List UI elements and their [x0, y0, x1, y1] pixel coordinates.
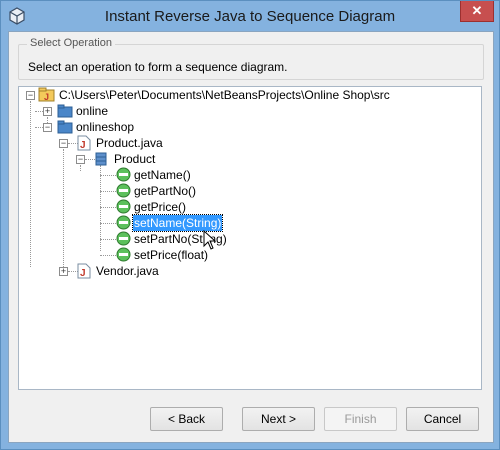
collapse-toggle[interactable]: − — [43, 123, 52, 132]
tree-operation[interactable]: getPartNo() — [134, 183, 196, 199]
tree-operation[interactable]: setPrice(float) — [134, 247, 208, 263]
back-button[interactable]: < Back — [150, 407, 223, 431]
expand-toggle[interactable]: + — [59, 267, 68, 276]
collapse-toggle[interactable]: − — [26, 91, 35, 100]
cancel-button[interactable]: Cancel — [406, 407, 479, 431]
operation-icon — [116, 231, 131, 246]
tree-guide — [100, 207, 116, 208]
expand-toggle[interactable]: + — [43, 107, 52, 116]
operation-icon — [116, 199, 131, 214]
tree-operation[interactable]: getName() — [134, 167, 191, 183]
package-icon — [57, 104, 73, 118]
tree-operation[interactable]: getPrice() — [134, 199, 186, 215]
tree-package-onlineshop[interactable]: onlineshop — [76, 119, 134, 135]
tree-guide — [85, 159, 95, 160]
tree-guide — [100, 191, 116, 192]
tree-package-online[interactable]: online — [76, 103, 108, 119]
select-operation-group: Select Operation Select an operation to … — [18, 37, 484, 80]
next-button[interactable]: Next > — [242, 407, 315, 431]
finish-button: Finish — [324, 407, 397, 431]
instruction-text: Select an operation to form a sequence d… — [28, 60, 288, 74]
operation-icon — [116, 167, 131, 182]
collapse-toggle[interactable]: − — [59, 139, 68, 148]
class-icon — [95, 152, 107, 166]
java-file-icon: J — [77, 263, 91, 279]
svg-text:J: J — [80, 268, 86, 279]
tree-guide — [100, 239, 116, 240]
tree-guide — [100, 175, 116, 176]
operation-tree[interactable]: − J C:\Users\Peter\Documents\NetBeansPro… — [18, 86, 482, 390]
tree-guide — [30, 101, 31, 267]
tree-operation-selected[interactable]: setName(String) — [131, 214, 224, 232]
collapse-toggle[interactable]: − — [76, 155, 85, 164]
window-title: Instant Reverse Java to Sequence Diagram — [104, 8, 396, 25]
tree-guide — [63, 149, 64, 269]
operation-icon — [116, 183, 131, 198]
tree-guide — [80, 165, 81, 171]
tree-file-vendor[interactable]: Vendor.java — [96, 263, 159, 279]
dialog-content: Select Operation Select an operation to … — [8, 31, 494, 443]
package-icon — [57, 120, 73, 134]
operation-icon — [116, 215, 131, 230]
tree-class-product[interactable]: Product — [114, 151, 155, 167]
tree-guide — [100, 223, 116, 224]
tree-file-product[interactable]: Product.java — [96, 135, 163, 151]
svg-text:J: J — [44, 92, 49, 102]
tree-root-label[interactable]: C:\Users\Peter\Documents\NetBeansProject… — [59, 87, 390, 103]
mouse-cursor-icon — [203, 230, 217, 250]
package-root-icon: J — [38, 87, 55, 102]
dialog-window: Instant Reverse Java to Sequence Diagram… — [0, 0, 500, 450]
operation-icon — [116, 247, 131, 262]
title-bar[interactable]: Instant Reverse Java to Sequence Diagram… — [1, 1, 499, 31]
svg-text:J: J — [80, 140, 86, 151]
tree-guide — [100, 255, 116, 256]
group-legend: Select Operation — [27, 37, 115, 49]
java-file-icon: J — [77, 135, 91, 151]
close-button[interactable]: ✕ — [460, 1, 494, 22]
